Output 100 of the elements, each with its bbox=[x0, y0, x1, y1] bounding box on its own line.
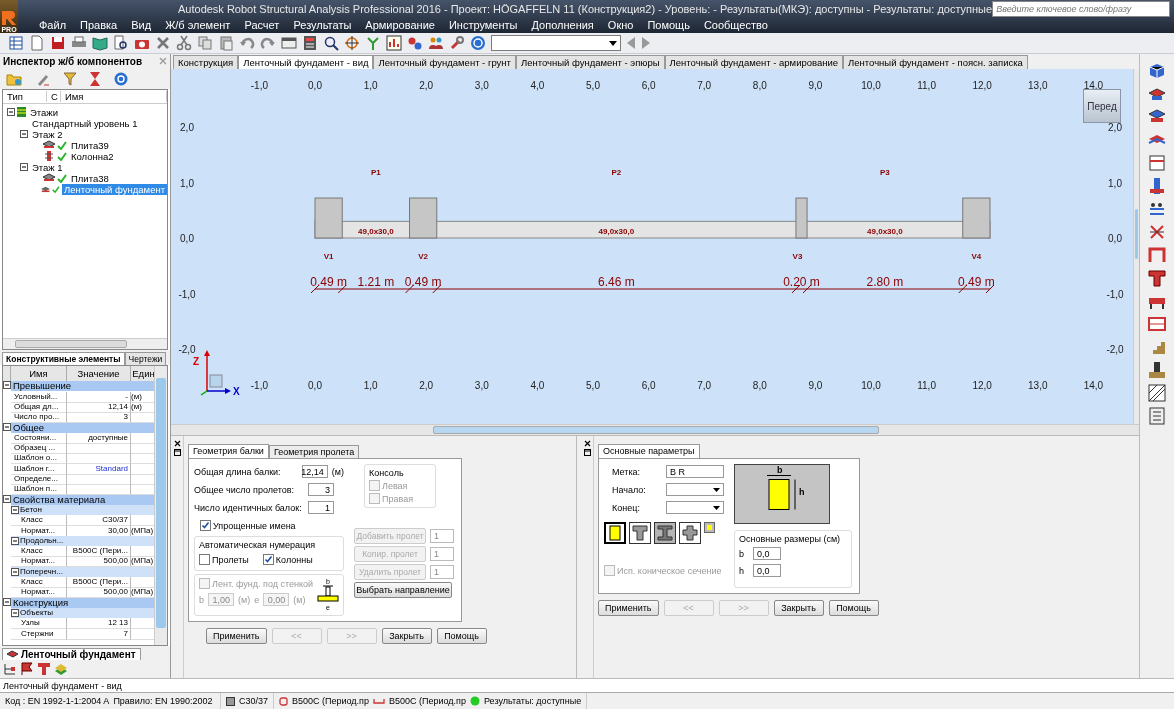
checkbox[interactable] bbox=[262, 554, 274, 565]
help-icon[interactable] bbox=[470, 35, 486, 51]
help-icon[interactable] bbox=[114, 71, 128, 86]
list-icon[interactable] bbox=[1148, 407, 1166, 425]
save-icon[interactable] bbox=[50, 35, 66, 51]
restore-icon[interactable] bbox=[173, 449, 181, 456]
group-header[interactable]: Превышение bbox=[11, 381, 154, 393]
input-field[interactable]: 0,0 bbox=[753, 564, 781, 577]
tree-item[interactable]: Этаж 1 bbox=[30, 161, 65, 173]
dialog-button[interactable]: Помощь bbox=[828, 600, 879, 616]
frame-icon[interactable] bbox=[1148, 246, 1166, 264]
color-swatch-icon[interactable] bbox=[704, 522, 715, 533]
input-field[interactable]: 0,0 bbox=[753, 547, 781, 560]
document-icon[interactable] bbox=[29, 35, 45, 51]
menu-item[interactable]: Дополнения bbox=[524, 19, 601, 31]
tab[interactable]: Основные параметры bbox=[598, 444, 700, 458]
column-header[interactable]: Имя bbox=[61, 90, 167, 102]
calculator-icon[interactable] bbox=[302, 35, 318, 51]
section-shape-button[interactable] bbox=[604, 522, 626, 544]
hatch-icon[interactable] bbox=[1148, 384, 1166, 402]
menu-item[interactable]: Правка bbox=[73, 19, 125, 31]
book-icon[interactable] bbox=[92, 35, 108, 51]
collapse-icon[interactable] bbox=[3, 381, 11, 390]
checkbox[interactable] bbox=[199, 554, 210, 565]
scrollbar[interactable] bbox=[3, 337, 167, 349]
tab[interactable]: Ленточный фундамент - эпюры bbox=[515, 55, 665, 69]
collapse-icon[interactable] bbox=[11, 608, 19, 617]
tee-icon[interactable] bbox=[1148, 269, 1166, 287]
input-field[interactable]: 12,14 bbox=[301, 465, 328, 478]
column-header[interactable]: С bbox=[47, 90, 61, 102]
tab[interactable]: Чертежи bbox=[124, 352, 167, 366]
crosshair-icon[interactable] bbox=[344, 35, 360, 51]
tree-item[interactable]: Колонна2 bbox=[69, 150, 116, 162]
menu-item[interactable]: Результаты bbox=[286, 19, 359, 31]
dialog-button[interactable]: Закрыть bbox=[773, 600, 824, 616]
input-field[interactable]: 3 bbox=[308, 483, 334, 496]
tee-icon[interactable] bbox=[37, 662, 51, 676]
tab[interactable]: Ленточный фундамент bbox=[2, 648, 141, 660]
tree-item[interactable]: Плита38 bbox=[69, 172, 111, 184]
tab[interactable]: Геометрия пролета bbox=[268, 445, 360, 458]
tab[interactable]: Ленточный фундамент - поясн. записка bbox=[843, 55, 1028, 69]
tree-item[interactable]: Плита39 bbox=[69, 139, 111, 151]
redo-icon[interactable] bbox=[260, 35, 276, 51]
dropdown-field[interactable] bbox=[491, 35, 621, 51]
undo-icon[interactable] bbox=[239, 35, 255, 51]
tab[interactable]: Ленточный фундамент - армирование bbox=[664, 55, 844, 69]
close-icon[interactable] bbox=[583, 440, 591, 447]
subgroup-header[interactable]: Продольн... bbox=[20, 535, 64, 546]
dropdown-field[interactable] bbox=[666, 501, 724, 514]
scrollbar[interactable] bbox=[154, 366, 167, 646]
collapse-icon[interactable] bbox=[7, 108, 15, 117]
tree-item[interactable]: Ленточный фундамент bbox=[62, 183, 167, 195]
collapse-icon[interactable] bbox=[11, 536, 19, 545]
dialog-button[interactable]: Применить bbox=[206, 628, 267, 644]
column-header[interactable]: Тип bbox=[3, 90, 47, 102]
layers-icon[interactable] bbox=[54, 662, 68, 676]
menu-item[interactable]: Помощь bbox=[640, 19, 697, 31]
dropdown-field[interactable] bbox=[666, 483, 724, 496]
copy-icon[interactable] bbox=[197, 35, 213, 51]
input-field[interactable]: 1 bbox=[308, 501, 334, 514]
hourglass-icon[interactable] bbox=[90, 71, 100, 86]
tab[interactable]: Геометрия балки bbox=[188, 444, 269, 458]
collapse-icon[interactable] bbox=[3, 422, 11, 431]
collapse-icon[interactable] bbox=[11, 505, 19, 514]
dialog-button[interactable]: Применить bbox=[598, 600, 659, 616]
close-icon[interactable] bbox=[173, 440, 181, 447]
flag-icon[interactable] bbox=[20, 662, 34, 676]
window-icon[interactable] bbox=[281, 35, 297, 51]
tree-item[interactable]: Стандартный уровень 1 bbox=[30, 117, 140, 129]
view-cube-button[interactable]: Перед bbox=[1083, 89, 1121, 123]
search-field[interactable]: Введите ключевое слово/фразу bbox=[992, 0, 1171, 17]
tab[interactable]: Конструктивные элементы bbox=[2, 352, 125, 366]
subgroup-header[interactable]: Поперечн... bbox=[20, 566, 63, 577]
panel-icon[interactable] bbox=[1148, 154, 1166, 172]
zoom-icon[interactable] bbox=[323, 35, 339, 51]
tab[interactable]: Ленточный фундамент - грунт bbox=[373, 55, 516, 69]
dialog-button[interactable]: Помощь bbox=[436, 628, 487, 644]
filter-icon[interactable] bbox=[64, 71, 76, 86]
footing-icon[interactable] bbox=[1148, 361, 1166, 379]
dialog-button[interactable]: Закрыть bbox=[381, 628, 432, 644]
checkbox[interactable] bbox=[200, 520, 211, 531]
scrollbar[interactable] bbox=[1133, 69, 1139, 424]
folder-icon[interactable] bbox=[6, 71, 22, 86]
menu-item[interactable]: Файл bbox=[32, 19, 74, 31]
wall-icon[interactable] bbox=[1148, 315, 1166, 333]
collapse-icon[interactable] bbox=[20, 130, 28, 139]
menu-item[interactable]: Ж/б элемент bbox=[158, 19, 238, 31]
paste-icon[interactable] bbox=[218, 35, 234, 51]
scrollbar[interactable] bbox=[171, 424, 1139, 435]
section-shape-button[interactable] bbox=[629, 522, 651, 544]
subgroup-header[interactable]: Бетон bbox=[20, 504, 42, 515]
collapse-icon[interactable] bbox=[20, 163, 28, 172]
collapse-icon[interactable] bbox=[11, 567, 19, 576]
table-icon[interactable] bbox=[8, 35, 24, 51]
collapse-icon[interactable] bbox=[3, 494, 11, 503]
menu-item[interactable]: Окно bbox=[600, 19, 641, 31]
subgroup-header[interactable]: Объекты bbox=[20, 607, 53, 618]
tab[interactable]: Конструкция bbox=[173, 55, 239, 69]
collapse-icon[interactable] bbox=[3, 597, 11, 606]
tree-item[interactable]: Этажи bbox=[28, 106, 61, 118]
